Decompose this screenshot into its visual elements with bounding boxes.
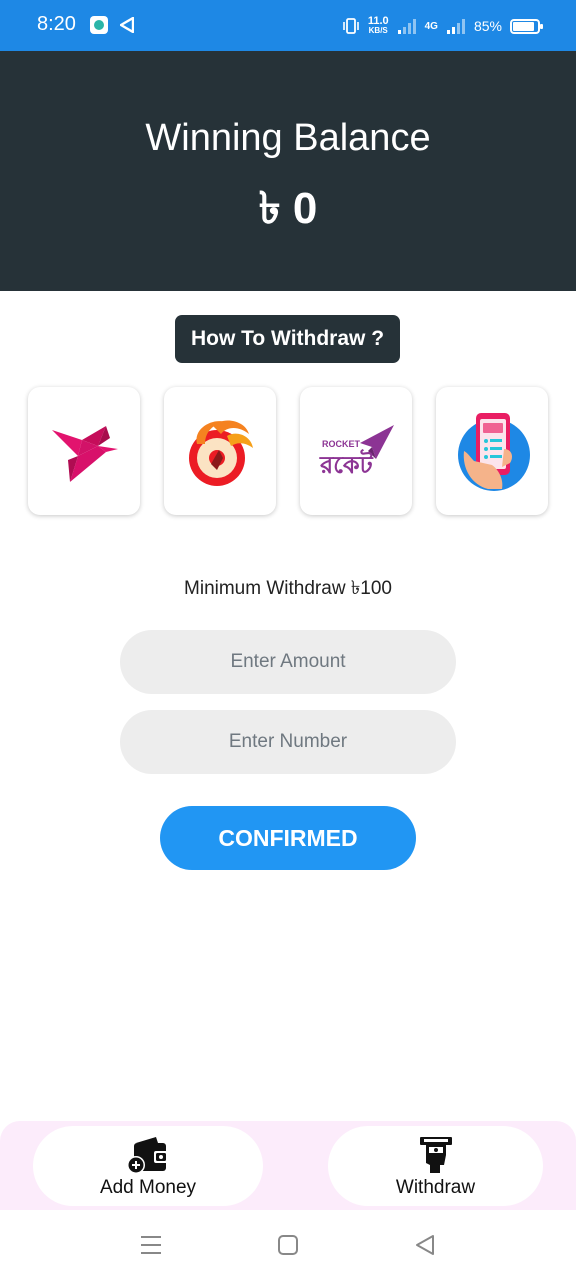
payment-methods: ROCKET রকেট xyxy=(28,387,548,515)
wallet-add-icon xyxy=(127,1137,168,1174)
rocket-icon: ROCKET রকেট xyxy=(319,425,394,479)
status-time: 8:20 xyxy=(37,13,76,35)
bkash-card[interactable] xyxy=(28,387,140,515)
confirm-button[interactable]: CONFIRMED xyxy=(160,806,416,870)
add-money-tab[interactable]: Add Money xyxy=(33,1126,263,1206)
add-money-label: Add Money xyxy=(99,1177,197,1198)
minimum-withdraw-text: Minimum Withdraw ৳100 xyxy=(184,578,392,599)
nagad-icon xyxy=(189,420,253,486)
rocket-card[interactable]: ROCKET রকেট xyxy=(300,387,412,515)
messaging-app-icon xyxy=(90,16,108,34)
atm-withdraw-icon xyxy=(419,1137,452,1173)
back-icon[interactable] xyxy=(414,1234,436,1256)
signal-icon-2 xyxy=(446,19,465,34)
rocket-text: ROCKET xyxy=(322,439,361,449)
withdraw-label: Withdraw xyxy=(395,1177,476,1198)
number-input[interactable] xyxy=(120,710,456,774)
system-nav-bar xyxy=(0,1210,576,1280)
balance-value: ৳ 0 xyxy=(258,184,318,233)
bkash-icon xyxy=(52,426,118,482)
balance-title: Winning Balance xyxy=(145,117,431,159)
battery-icon xyxy=(510,18,543,34)
mobile-banking-card[interactable] xyxy=(436,387,548,515)
vibrate-icon xyxy=(343,18,359,34)
withdraw-tab[interactable]: Withdraw xyxy=(328,1126,543,1206)
amount-input[interactable] xyxy=(120,630,456,694)
signal-icon xyxy=(397,19,416,34)
network-type: 4G xyxy=(424,20,438,32)
network-speed-unit: KB/S xyxy=(368,26,388,35)
nagad-card[interactable] xyxy=(164,387,276,515)
home-icon[interactable] xyxy=(277,1234,299,1256)
battery-percent: 85% xyxy=(473,18,502,34)
status-bar: 8:20 11.0 KB/S 4G 85% xyxy=(0,0,576,51)
network-speed: 11.0 KB/S xyxy=(368,16,389,36)
how-to-withdraw-button[interactable]: How To Withdraw ? xyxy=(175,315,400,363)
mobile-banking-icon xyxy=(458,413,530,491)
bottom-tab-bar: Add Money Withdraw xyxy=(0,1121,576,1210)
status-indicators: 11.0 KB/S 4G 85% xyxy=(342,14,543,38)
balance-header: Winning Balance ৳ 0 xyxy=(0,51,576,291)
rocket-text-bn: রকেট xyxy=(319,449,374,479)
menu-icon[interactable] xyxy=(140,1234,162,1256)
send-icon xyxy=(120,17,134,33)
